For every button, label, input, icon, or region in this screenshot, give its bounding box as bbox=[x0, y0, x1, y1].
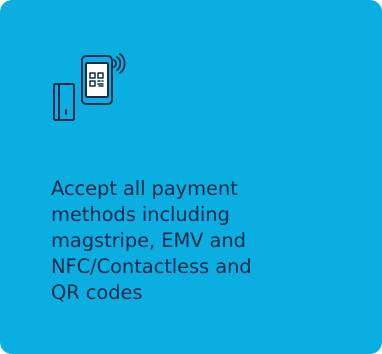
description-line-4: NFC/Contactless and bbox=[51, 255, 252, 278]
description-line-2: methods including bbox=[51, 203, 230, 226]
description-line-3: magstripe, EMV and bbox=[51, 229, 246, 252]
payment-terminal-qr-card-icon bbox=[50, 52, 126, 132]
payment-methods-card: Accept all payment methods including mag… bbox=[0, 0, 382, 354]
description-line-1: Accept all payment bbox=[51, 177, 238, 200]
card-description: Accept all payment methods including mag… bbox=[51, 176, 351, 306]
description-line-5: QR codes bbox=[51, 281, 143, 304]
